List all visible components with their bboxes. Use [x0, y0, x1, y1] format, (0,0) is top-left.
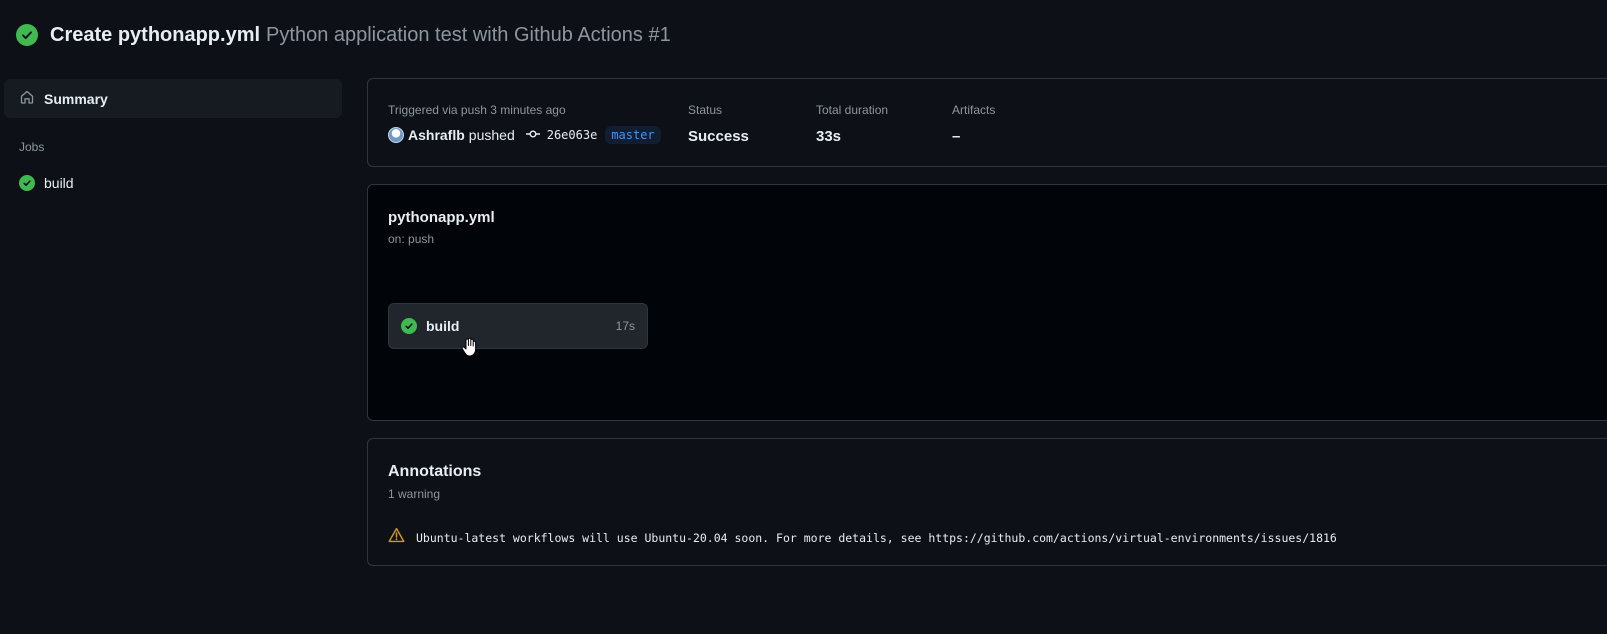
commit-sha-link[interactable]: 26e063e: [547, 128, 598, 142]
run-title: Create pythonapp.yml: [50, 23, 261, 46]
trigger-info: Triggered via push 3 minutes ago Ashrafl…: [388, 103, 661, 145]
run-header: Create pythonapp.yml Python application …: [16, 20, 671, 50]
artifacts-value: –: [952, 127, 961, 145]
sidebar-item-build[interactable]: build: [4, 168, 342, 198]
success-check-icon: [16, 24, 38, 46]
artifacts-info: Artifacts –: [952, 103, 995, 146]
status-info: Status Success: [688, 103, 749, 146]
job-card-build[interactable]: build 17s: [388, 303, 648, 349]
trigger-label: Triggered via push 3 minutes ago: [388, 103, 566, 117]
workflow-graph-panel: pythonapp.yml on: push build 17s: [367, 184, 1607, 421]
run-subtitle: Python application test with Github Acti…: [266, 23, 671, 46]
duration-label: Total duration: [816, 103, 889, 117]
git-commit-icon: [525, 126, 541, 145]
annotation-message: Ubuntu-latest workflows will use Ubuntu-…: [416, 530, 1337, 545]
workflow-file-name: pythonapp.yml: [388, 209, 495, 226]
sidebar-item-summary[interactable]: Summary: [4, 79, 342, 118]
annotations-title: Annotations: [388, 463, 482, 480]
run-info-panel: Triggered via push 3 minutes ago Ashrafl…: [367, 78, 1607, 167]
status-label: Status: [688, 103, 723, 117]
jobs-heading: Jobs: [19, 140, 45, 154]
annotations-panel: Annotations 1 warning Ubuntu-latest work…: [367, 438, 1607, 566]
sidebar-item-label: Summary: [44, 90, 108, 107]
action-text: pushed: [468, 127, 515, 143]
artifacts-label: Artifacts: [952, 103, 996, 117]
status-value: Success: [688, 127, 749, 145]
workflow-trigger: on: push: [388, 232, 435, 246]
warning-icon: [388, 527, 405, 548]
branch-label[interactable]: master: [605, 126, 661, 144]
avatar[interactable]: [388, 127, 404, 143]
annotation-item[interactable]: Ubuntu-latest workflows will use Ubuntu-…: [388, 527, 1337, 548]
actor-link[interactable]: Ashraflb: [408, 127, 465, 143]
success-check-icon: [19, 175, 35, 191]
duration-value: 33s: [816, 127, 842, 145]
duration-info: Total duration 33s: [816, 103, 888, 146]
home-icon: [19, 89, 35, 108]
job-duration: 17s: [615, 319, 635, 333]
annotations-count: 1 warning: [388, 487, 441, 501]
hand-cursor-icon: [460, 337, 478, 362]
sidebar: Summary Jobs build: [4, 79, 342, 198]
sidebar-item-label: build: [44, 175, 74, 191]
job-name: build: [426, 318, 460, 334]
success-check-icon: [401, 318, 417, 334]
